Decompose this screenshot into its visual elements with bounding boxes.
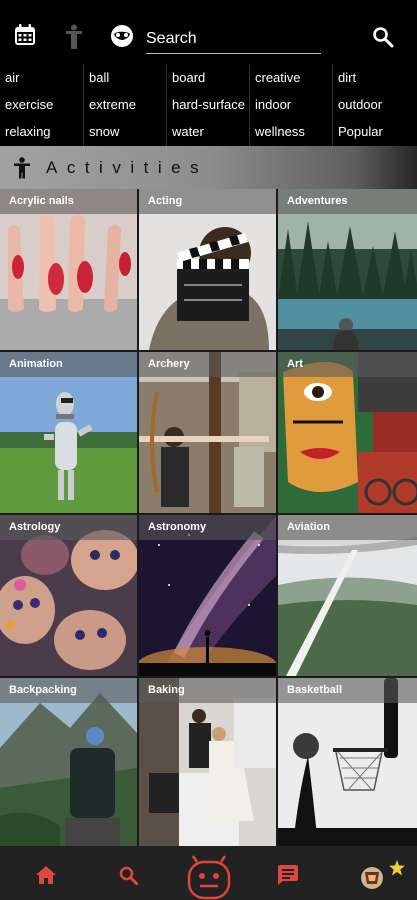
activity-tile-adventures[interactable]: Adventures	[278, 189, 417, 350]
activity-tile-backpacking[interactable]: Backpacking	[0, 678, 137, 846]
activity-label: Basketball	[278, 678, 417, 703]
activity-label: Acrylic nails	[0, 189, 137, 214]
activity-label: Adventures	[278, 189, 417, 214]
activity-label: Backpacking	[0, 678, 137, 703]
tag-ball[interactable]: ball	[83, 64, 166, 91]
activity-label: Acting	[139, 189, 276, 214]
category-tag-grid: air ball board creative dirt exercise ex…	[0, 64, 417, 146]
activity-tile-basketball[interactable]: Basketball	[278, 678, 417, 846]
tag-popular[interactable]: Popular	[332, 118, 417, 146]
home-icon[interactable]	[36, 866, 56, 889]
activity-tile-astrology[interactable]: Astrology	[0, 515, 137, 676]
tag-dirt[interactable]: dirt	[332, 64, 417, 91]
activity-label: Animation	[0, 352, 137, 377]
activity-label: Astrology	[0, 515, 137, 540]
bottom-nav	[0, 846, 417, 900]
activity-image	[0, 678, 137, 846]
activity-label: Astronomy	[139, 515, 276, 540]
tag-relaxing[interactable]: relaxing	[0, 118, 83, 146]
section-header: Activities	[0, 146, 417, 189]
chat-icon[interactable]	[278, 865, 298, 890]
tag-board[interactable]: board	[166, 64, 249, 91]
activity-tile-astronomy[interactable]: Astronomy	[139, 515, 276, 676]
tag-hard-surface[interactable]: hard-surface	[166, 91, 249, 118]
calendar-icon[interactable]	[14, 24, 36, 51]
activity-tile-art[interactable]: Art	[278, 352, 417, 513]
activity-tile-aviation[interactable]: Aviation	[278, 515, 417, 676]
search-icon[interactable]	[119, 866, 138, 890]
person-icon	[13, 157, 31, 184]
activity-image	[278, 678, 417, 846]
activity-label: Baking	[139, 678, 276, 703]
tag-snow[interactable]: snow	[83, 118, 166, 146]
section-title: Activities	[46, 158, 209, 177]
tag-exercise[interactable]: exercise	[0, 91, 83, 118]
activity-label: Archery	[139, 352, 276, 377]
activity-tile-animation[interactable]: Animation	[0, 352, 137, 513]
tag-indoor[interactable]: indoor	[249, 91, 332, 118]
activity-label: Art	[278, 352, 417, 377]
top-bar	[0, 0, 417, 64]
tag-wellness[interactable]: wellness	[249, 118, 332, 146]
tag-extreme[interactable]: extreme	[83, 91, 166, 118]
face-mask-icon[interactable]	[110, 24, 134, 53]
tag-water[interactable]: water	[166, 118, 249, 146]
search-field[interactable]	[146, 24, 321, 54]
robot-icon[interactable]	[185, 854, 233, 900]
search-input[interactable]	[146, 24, 321, 53]
activity-tile-baking[interactable]: Baking	[139, 678, 276, 846]
activity-image	[139, 678, 276, 846]
activity-tile-acting[interactable]: Acting	[139, 189, 276, 350]
activity-tile-archery[interactable]: Archery	[139, 352, 276, 513]
search-icon[interactable]	[372, 26, 394, 53]
tag-creative[interactable]: creative	[249, 64, 332, 91]
tag-outdoor[interactable]: outdoor	[332, 91, 417, 118]
activity-tile-acrylic-nails[interactable]: Acrylic nails	[0, 189, 137, 350]
star-icon	[389, 860, 405, 881]
activity-label: Aviation	[278, 515, 417, 540]
person-standing-icon[interactable]	[63, 24, 85, 55]
activity-grid: Acrylic nails Acting Adventures Animatio…	[0, 189, 417, 846]
tag-air[interactable]: air	[0, 64, 83, 91]
avatar-badge[interactable]	[360, 866, 384, 895]
